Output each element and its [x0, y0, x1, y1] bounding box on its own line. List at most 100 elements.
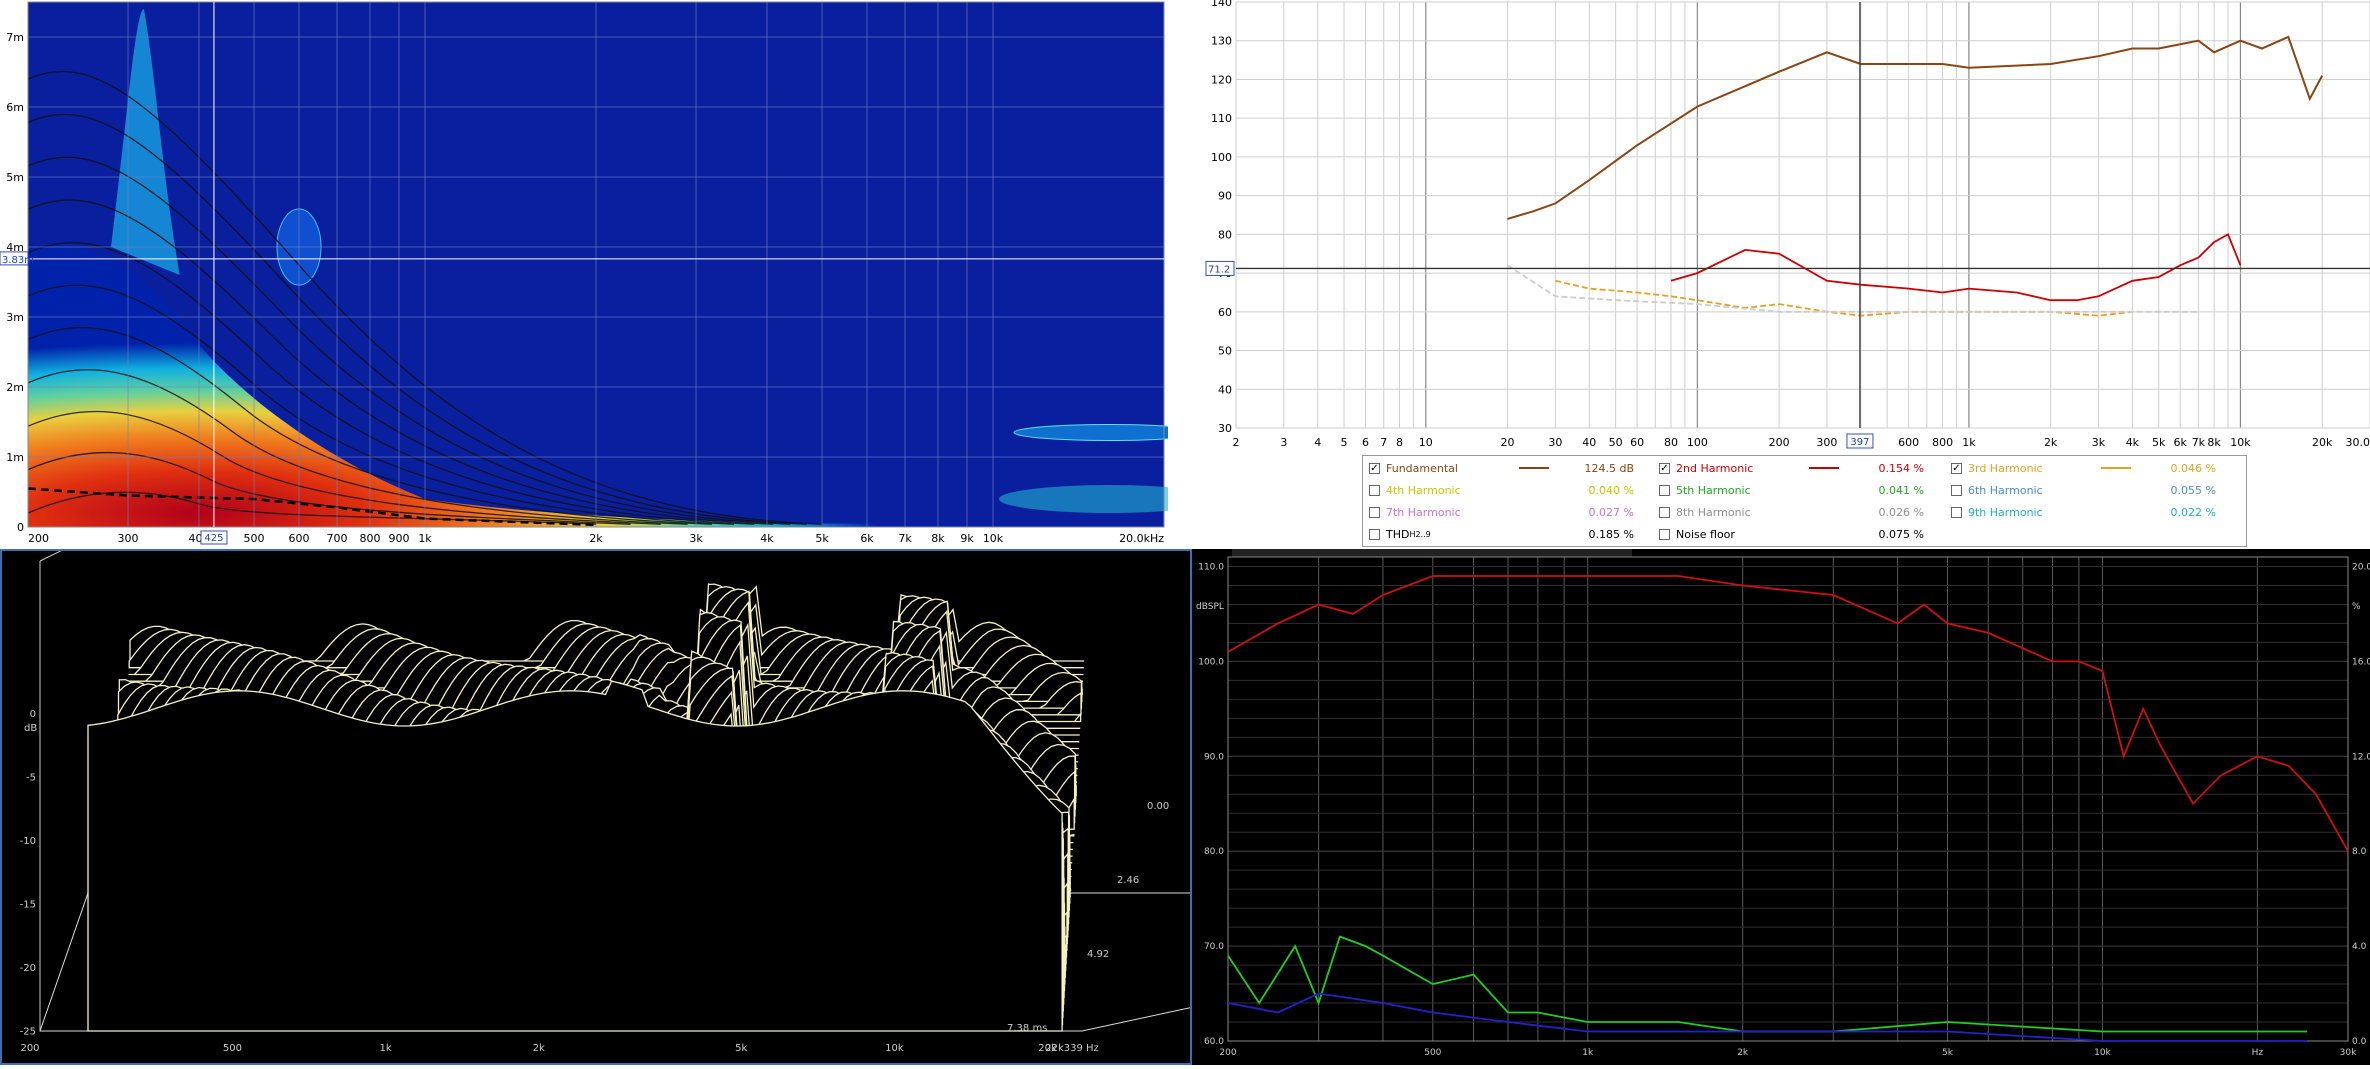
spectrogram-cursor-x-label: 425	[204, 533, 223, 544]
spectrogram-x-tick: 20.0kHz	[1119, 532, 1164, 545]
distortion-x-tick: 300	[1816, 436, 1837, 449]
legend-swatch	[1519, 467, 1549, 469]
distortion-x-tick: 8k	[2207, 436, 2221, 449]
legend-label: 5th Harmonic	[1676, 484, 1751, 497]
legend-checkbox[interactable]	[1951, 485, 1962, 496]
distortion-x-tick: 30.0	[2346, 436, 2370, 449]
response-x-tick: 5k	[1942, 1048, 1954, 1058]
response-panel: 60.070.080.090.0100.0110.00.04.08.012.01…	[1192, 549, 2370, 1065]
distortion-x-tick: 4k	[2126, 436, 2140, 449]
spectrogram-x-tick: 3k	[689, 532, 703, 545]
distortion-x-tick: 80	[1664, 436, 1678, 449]
distortion-x-tick: 8	[1396, 436, 1403, 449]
response-chart[interactable]: 60.070.080.090.0100.0110.00.04.08.012.01…	[1192, 549, 2370, 1065]
spectrogram-y-tick: 5m	[6, 171, 24, 184]
legend-item[interactable]: ✓3rd Harmonic0.046 %	[1951, 459, 2236, 477]
distortion-x-tick: 3k	[2092, 436, 2106, 449]
spectrogram-x-tick: 8k	[931, 532, 945, 545]
waterfall-x-tick: 22k339 Hz	[1045, 1043, 1099, 1054]
waterfall-x-tick: 5k	[735, 1043, 747, 1054]
spectrogram-y-tick: 2m	[6, 381, 24, 394]
response-x-tick: Hz	[2252, 1048, 2264, 1058]
spectrogram-y-tick: 6m	[6, 101, 24, 114]
distortion-y-tick: 30	[1218, 422, 1232, 435]
response-x-tick: 30k	[2340, 1048, 2357, 1058]
spectrogram-x-tick: 900	[389, 532, 410, 545]
legend-label: 7th Harmonic	[1386, 506, 1461, 519]
waterfall-x-tick: 1k	[380, 1043, 392, 1054]
waterfall-x-tick: 200	[20, 1043, 39, 1054]
legend-checkbox[interactable]: ✓	[1951, 463, 1962, 474]
legend-checkbox[interactable]	[1659, 507, 1670, 518]
response-y-left-unit: dBSPL	[1196, 602, 1224, 612]
legend-checkbox[interactable]	[1369, 485, 1380, 496]
distortion-y-tick: 130	[1211, 35, 1232, 48]
waterfall-time-tick: 4.92	[1087, 949, 1109, 960]
distortion-x-tick: 10k	[2230, 436, 2251, 449]
distortion-y-tick: 120	[1211, 73, 1232, 86]
legend-value: 124.5 dB	[1564, 462, 1634, 475]
waterfall-time-tick: 0.00	[1147, 801, 1169, 812]
waterfall-time-tick: 2.46	[1117, 875, 1139, 886]
distortion-x-tick: 30	[1548, 436, 1562, 449]
spectrogram-x-tick: 700	[327, 532, 348, 545]
distortion-x-tick: 7	[1380, 436, 1387, 449]
legend-value: 0.026 %	[1854, 506, 1924, 519]
distortion-x-tick: 4	[1314, 436, 1321, 449]
distortion-x-tick: 6k	[2174, 436, 2188, 449]
spectrogram-chart[interactable]: 01m2m3m4m5m6m7m2003004005006007008009001…	[0, 0, 1168, 549]
legend-item[interactable]: 9th Harmonic0.022 %	[1951, 503, 2236, 521]
spectrogram-y-tick: 1m	[6, 451, 24, 464]
legend-checkbox[interactable]	[1659, 529, 1670, 540]
legend-value: 0.027 %	[1564, 506, 1634, 519]
legend-value: 0.041 %	[1854, 484, 1924, 497]
legend-item[interactable]: Noise floor0.075 %	[1659, 525, 1944, 543]
legend-item[interactable]: ✓2nd Harmonic0.154 %	[1659, 459, 1944, 477]
response-y-left-tick: 70.0	[1204, 942, 1224, 952]
legend-item[interactable]: 6th Harmonic0.055 %	[1951, 481, 2236, 499]
spectrogram-y-tick: 3m	[6, 311, 24, 324]
legend-swatch	[1809, 467, 1839, 469]
distortion-y-tick: 80	[1218, 228, 1232, 241]
legend-checkbox[interactable]	[1659, 485, 1670, 496]
waterfall-slice	[88, 681, 1062, 1031]
legend-item[interactable]: ✓ Fundamental 124.5 dB	[1369, 459, 1654, 477]
legend-item[interactable]: 4th Harmonic0.040 %	[1369, 481, 1654, 499]
legend-label: Fundamental	[1386, 462, 1458, 475]
waterfall-chart[interactable]: 0-5-10-15-20-25dB2005001k2k5k10k20k22k33…	[2, 551, 1190, 1063]
legend-label-sub: H2..9	[1409, 530, 1430, 539]
spectrogram-x-tick: 6k	[860, 532, 874, 545]
spectrogram-x-tick: 5k	[815, 532, 829, 545]
distortion-x-tick: 100	[1687, 436, 1708, 449]
distortion-x-tick: 1k	[1962, 436, 1976, 449]
response-y-right-tick: 8.0	[2352, 847, 2367, 857]
response-background	[1192, 549, 2370, 1065]
response-y-right-tick: 4.0	[2352, 942, 2367, 952]
legend-checkbox[interactable]: ✓	[1659, 463, 1670, 474]
legend-label: Noise floor	[1676, 528, 1735, 541]
spectrogram-x-tick: 300	[118, 532, 139, 545]
distortion-x-tick: 2	[1233, 436, 1240, 449]
spectrogram-y-tick: 7m	[6, 31, 24, 44]
legend-checkbox[interactable]: ✓	[1369, 463, 1380, 474]
spectrogram-x-tick: 7k	[898, 532, 912, 545]
spectrogram-x-tick: 800	[359, 532, 380, 545]
legend-item[interactable]: 8th Harmonic0.026 %	[1659, 503, 1944, 521]
distortion-x-tick: 2k	[2044, 436, 2058, 449]
response-y-left-tick: 80.0	[1204, 847, 1224, 857]
response-x-tick: 2k	[1737, 1048, 1749, 1058]
legend-checkbox[interactable]	[1369, 507, 1380, 518]
response-x-tick: 1k	[1582, 1048, 1594, 1058]
legend-item[interactable]: THDH2..90.185 %	[1369, 525, 1654, 543]
distortion-cursor-x-label: 397	[1850, 437, 1869, 448]
legend-item[interactable]: 7th Harmonic 0.027 %	[1369, 503, 1654, 521]
distortion-x-tick: 800	[1932, 436, 1953, 449]
distortion-x-tick: 3	[1280, 436, 1287, 449]
legend-checkbox[interactable]	[1369, 529, 1380, 540]
spectrogram-y-tick: 0	[17, 521, 24, 534]
legend-item[interactable]: 5th Harmonic 0.041 %	[1659, 481, 1944, 499]
response-y-left-tick: 110.0	[1198, 562, 1224, 572]
waterfall-panel: 0-5-10-15-20-25dB2005001k2k5k10k20k22k33…	[0, 549, 1192, 1065]
legend-checkbox[interactable]	[1951, 507, 1962, 518]
response-y-right-unit: %	[2352, 602, 2361, 612]
